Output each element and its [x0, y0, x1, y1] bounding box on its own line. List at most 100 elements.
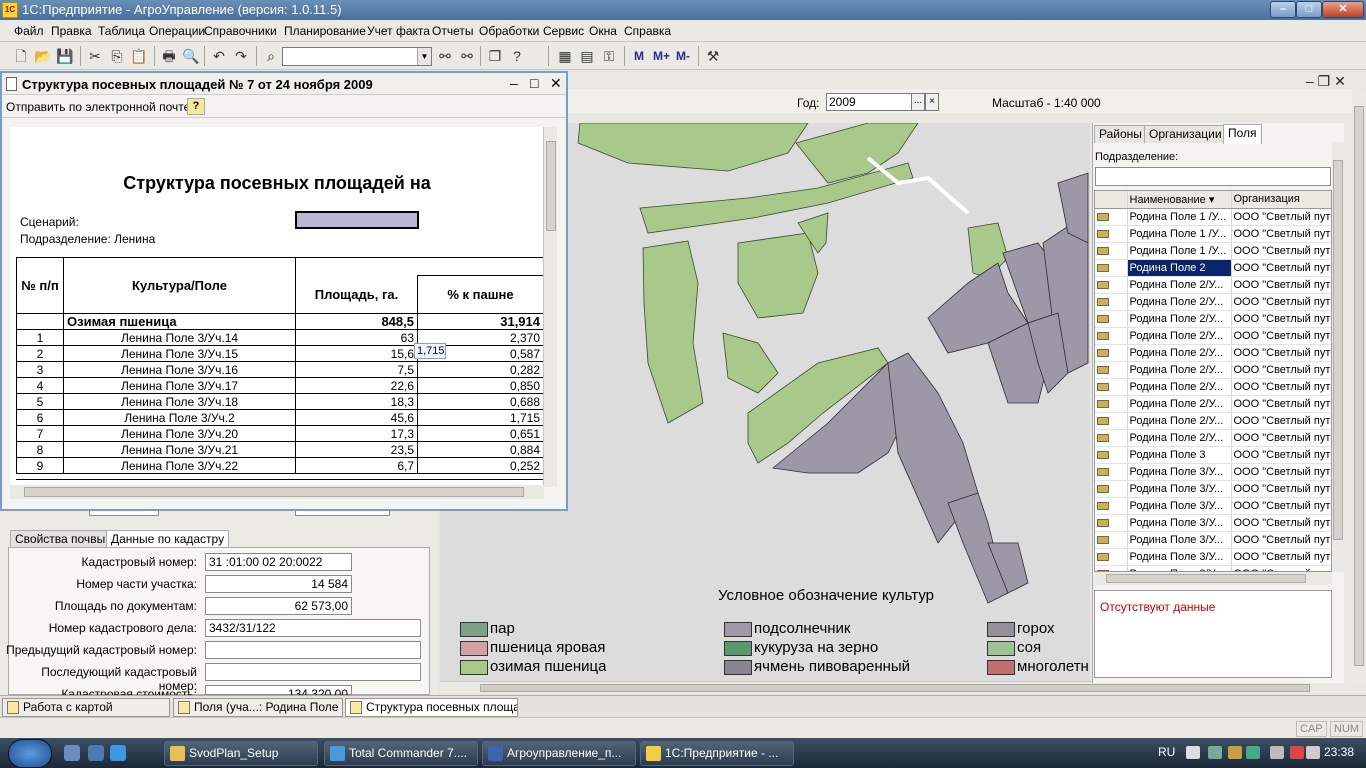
tray-antivirus-icon[interactable]: [1246, 746, 1260, 759]
org-cell[interactable]: ООО "Светлый пут: [1231, 259, 1331, 277]
field-name-cell[interactable]: Родина Поле 3/У...: [1127, 565, 1232, 571]
find-icon[interactable]: ⌕: [262, 47, 280, 65]
help-icon[interactable]: ?: [508, 47, 526, 65]
org-cell[interactable]: ООО "Светлый пут: [1231, 225, 1331, 243]
minimize-button[interactable]: –: [1270, 1, 1296, 18]
report-close-button[interactable]: ✕: [550, 75, 562, 92]
org-cell[interactable]: ООО "Светлый пут: [1231, 412, 1331, 430]
org-cell[interactable]: ООО "Светлый пут: [1231, 514, 1331, 532]
map-field[interactable]: [722, 332, 779, 394]
window-vertical-scrollbar[interactable]: [1352, 90, 1366, 685]
taskbar-item[interactable]: 1С:Предприятие - ...: [640, 741, 794, 766]
map-horizontal-scrollbar[interactable]: [440, 681, 1310, 693]
table-row[interactable]: Родина Поле 3/У...ООО "Светлый пут: [1095, 463, 1331, 481]
keys-icon[interactable]: ⚿: [600, 47, 618, 65]
org-cell[interactable]: ООО "Светлый пут: [1231, 565, 1331, 571]
paste-icon[interactable]: 📋: [130, 47, 148, 65]
close-button[interactable]: ✕: [1322, 1, 1364, 18]
report-sheet[interactable]: Структура посевных площадей на Сценарий:…: [10, 127, 544, 485]
menu-item[interactable]: Сервис: [543, 24, 584, 38]
map-field[interactable]: [642, 240, 704, 424]
table-row[interactable]: 1 Ленина Поле 3/Уч.14 63 2,370: [16, 329, 544, 346]
field-name-cell[interactable]: Родина Поле 2/У...: [1127, 310, 1232, 328]
table-row[interactable]: Родина Поле 2/У... ООО "Светлый пут: [1095, 378, 1331, 396]
cadastre-field-value[interactable]: [205, 641, 421, 659]
table-row[interactable]: Родина Поле 2/У... ООО "Светлый пут: [1095, 361, 1331, 379]
org-cell[interactable]: ООО "Светлый пут: [1231, 208, 1331, 226]
org-cell[interactable]: ООО "Светлый пут: [1231, 276, 1331, 294]
field-name-cell[interactable]: Родина Поле 1 /У...: [1127, 208, 1232, 226]
taskbar-item[interactable]: Total Commander 7....: [324, 741, 478, 766]
grid-vertical-scrollbar[interactable]: [1332, 142, 1344, 572]
memory-button[interactable]: M: [634, 49, 644, 63]
org-cell[interactable]: ООО "Светлый пут: [1231, 531, 1331, 549]
org-cell[interactable]: ООО "Светлый пут: [1231, 497, 1331, 515]
org-cell[interactable]: ООО "Светлый пут: [1231, 548, 1331, 566]
tab-cadastre-data[interactable]: Данные по кадастру: [106, 530, 230, 548]
year-select-button[interactable]: ...: [911, 93, 925, 111]
field-name-cell[interactable]: Родина Поле 2/У...: [1127, 395, 1232, 413]
language-indicator[interactable]: RU: [1158, 745, 1175, 759]
tools-icon[interactable]: ⚒: [704, 47, 722, 65]
new-document-icon[interactable]: 🗋: [12, 47, 30, 65]
year-input[interactable]: 2009: [826, 93, 912, 111]
menu-item[interactable]: Отчеты: [432, 24, 473, 38]
help-button[interactable]: ?: [187, 98, 205, 115]
table-row[interactable]: 4 Ленина Поле 3/Уч.17 22,6 0,850: [16, 377, 544, 394]
menu-item[interactable]: Обработки: [479, 24, 539, 38]
map-field[interactable]: [737, 232, 819, 319]
table-row[interactable]: Родина Поле 2/У... ООО "Светлый пут: [1095, 327, 1331, 345]
tray-alert-icon[interactable]: [1290, 746, 1304, 759]
menu-item[interactable]: Окна: [589, 24, 617, 38]
cut-icon[interactable]: ✂: [86, 47, 104, 65]
grid-header-org[interactable]: Организация: [1231, 191, 1331, 209]
report-vertical-scrollbar[interactable]: [543, 127, 557, 487]
menu-item[interactable]: Файл: [14, 24, 44, 38]
cadastre-field-value[interactable]: 62 573,00: [205, 597, 352, 615]
tab-fields[interactable]: Поля: [1223, 124, 1262, 144]
taskbar-item[interactable]: SvodPlan_Setup: [164, 741, 318, 766]
window-tab[interactable]: Поля (уча...: Родина Поле 2 *: [173, 698, 343, 717]
table-row[interactable]: Родина Поле 2/У... ООО "Светлый пут: [1095, 293, 1331, 311]
table-row[interactable]: 7 Ленина Поле 3/Уч.20 17,3 0,651: [16, 425, 544, 442]
menu-item[interactable]: Правка: [51, 24, 92, 38]
field-name-cell[interactable]: Родина Поле 2/У...: [1127, 344, 1232, 362]
clock[interactable]: 23:38: [1324, 745, 1354, 759]
save-icon[interactable]: 💾: [56, 47, 74, 65]
open-icon[interactable]: 📂: [34, 47, 52, 65]
table-row[interactable]: Родина Поле 2/У... ООО "Светлый пут: [1095, 344, 1331, 362]
field-name-cell[interactable]: Родина Поле 2/У...: [1127, 412, 1232, 430]
year-clear-button[interactable]: ×: [925, 93, 939, 111]
menu-item[interactable]: Учет факта: [367, 24, 430, 38]
field-name-cell[interactable]: Родина Поле 3/У...: [1127, 531, 1232, 549]
field-name-cell[interactable]: Родина Поле 3/У...: [1127, 514, 1232, 532]
menu-item[interactable]: Справочники: [204, 24, 277, 38]
field-name-cell[interactable]: Родина Поле 3: [1127, 446, 1232, 464]
field-name-cell[interactable]: Родина Поле 2/У...: [1127, 293, 1232, 311]
cadastre-field-value[interactable]: 14 584: [205, 575, 352, 593]
table-row[interactable]: 9 Ленина Поле 3/Уч.22 6,7 0,252: [16, 457, 544, 474]
org-cell[interactable]: ООО "Светлый пут: [1231, 429, 1331, 447]
table-row[interactable]: Родина Поле 3/У...ООО "Светлый пут: [1095, 514, 1331, 532]
org-cell[interactable]: ООО "Светлый пут: [1231, 293, 1331, 311]
field-name-cell[interactable]: Родина Поле 2/У...: [1127, 378, 1232, 396]
redo-icon[interactable]: ↷: [232, 47, 250, 65]
tray-app-icon[interactable]: [1228, 746, 1242, 759]
table-row[interactable]: 2 Ленина Поле 3/Уч.15 15,6 0,587: [16, 345, 544, 362]
menu-item[interactable]: Операции: [149, 24, 205, 38]
org-cell[interactable]: ООО "Светлый пут: [1231, 242, 1331, 260]
field-name-cell[interactable]: Родина Поле 2: [1127, 259, 1232, 277]
table-row[interactable]: Родина Поле 3/У...ООО "Светлый пут: [1095, 565, 1331, 571]
internet-explorer-icon[interactable]: [110, 745, 126, 761]
menu-item[interactable]: Планирование: [284, 24, 366, 38]
cadastre-field-value[interactable]: 31 :01:00 02 20:0022: [205, 553, 352, 571]
menu-item[interactable]: Таблица: [98, 24, 145, 38]
table-row[interactable]: Родина Поле 1 /У... ООО "Светлый пут: [1095, 242, 1331, 260]
org-cell[interactable]: ООО "Светлый пут: [1231, 446, 1331, 464]
maximize-button[interactable]: □: [1296, 1, 1322, 18]
search-combo[interactable]: ▼: [282, 47, 432, 66]
field-name-cell[interactable]: Родина Поле 3/У...: [1127, 463, 1232, 481]
org-cell[interactable]: ООО "Светлый пут: [1231, 463, 1331, 481]
tab-soil-properties[interactable]: Свойства почвы: [10, 530, 111, 548]
memory-plus-button[interactable]: M+: [653, 49, 670, 63]
